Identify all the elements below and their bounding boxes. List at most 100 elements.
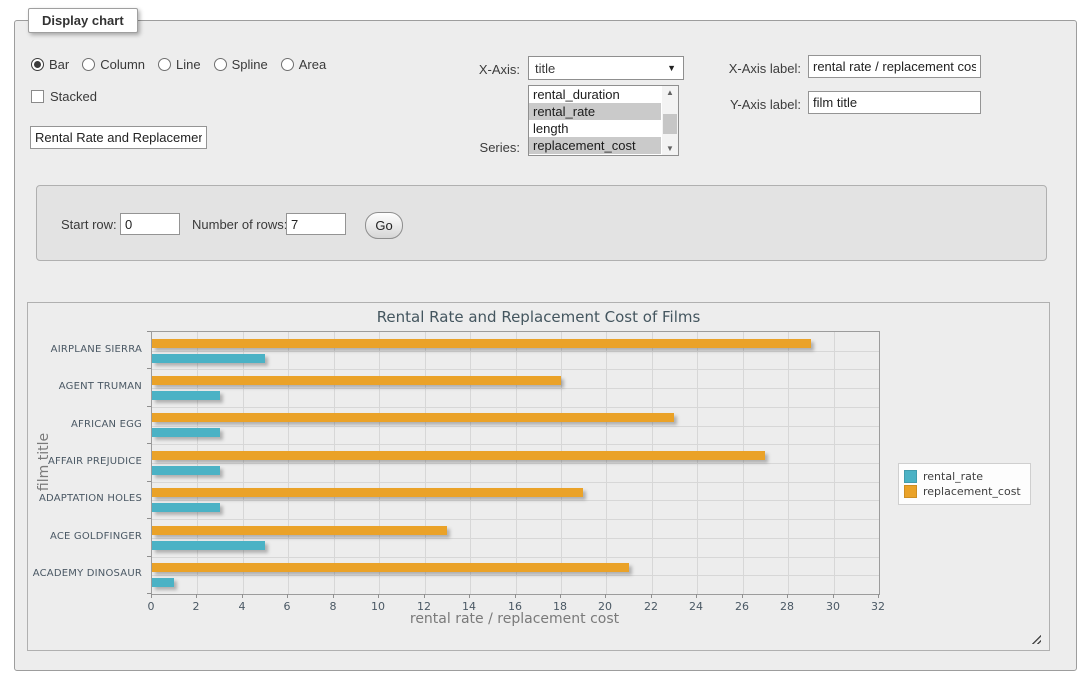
x-tick-mark [151, 594, 152, 598]
radio-label: Column [100, 57, 145, 72]
x-tick-mark [696, 594, 697, 598]
x-tick-mark [651, 594, 652, 598]
y-axis-label-field-label: Y-Axis label: [711, 97, 801, 112]
gridline [152, 538, 879, 539]
chart: Rental Rate and Replacement Cost of Film… [27, 302, 1050, 651]
x-axis-label-input[interactable] [808, 55, 981, 78]
bar-rental_rate [152, 391, 220, 400]
row-range-panel: Start row: Number of rows: Go [36, 185, 1047, 261]
stacked-checkbox-row[interactable]: Stacked [31, 89, 97, 104]
bar-rental_rate [152, 503, 220, 512]
bar-rental_rate [152, 578, 174, 587]
series-option-rental_duration[interactable]: rental_duration [529, 86, 661, 103]
radio-label: Spline [232, 57, 268, 72]
radio-label: Area [299, 57, 326, 72]
resize-grip-icon[interactable] [1030, 633, 1041, 644]
chart-legend: rental_rate replacement_cost [898, 463, 1031, 505]
bar-replacement_cost [152, 413, 674, 422]
series-listbox[interactable]: rental_durationrental_ratelengthreplacem… [528, 85, 679, 156]
series-option-rental_rate[interactable]: rental_rate [529, 103, 661, 120]
gridline [152, 444, 879, 445]
legend-item: replacement_cost [904, 485, 1021, 498]
chart-type-radio-bar[interactable]: Bar [31, 57, 69, 72]
legend-item: rental_rate [904, 470, 1021, 483]
x-tick-mark [424, 594, 425, 598]
bar-replacement_cost [152, 488, 583, 497]
chart-y-axis-title: film title [36, 433, 52, 491]
gridline [152, 575, 879, 576]
x-tick-mark [605, 594, 606, 598]
x-axis-label-field-label: X-Axis label: [711, 61, 801, 76]
bar-replacement_cost [152, 526, 447, 535]
category-label: ACE GOLDFINGER [28, 531, 142, 542]
x-axis-select-label: X-Axis: [430, 62, 520, 77]
x-axis-selected-value: title [535, 61, 555, 76]
bar-replacement_cost [152, 451, 765, 460]
number-of-rows-input[interactable] [286, 213, 346, 235]
gridline [152, 500, 879, 501]
chart-type-radio-column[interactable]: Column [82, 57, 145, 72]
select-dropdown-arrow-icon: ▼ [667, 63, 676, 73]
legend-label: rental_rate [923, 470, 983, 483]
gridline [152, 426, 879, 427]
scrollbar-up-icon[interactable]: ▲ [662, 86, 678, 99]
bar-rental_rate [152, 466, 220, 475]
chart-type-radio-group: Bar Column Line Spline Area [31, 57, 326, 72]
chart-x-axis-title: rental rate / replacement cost [151, 611, 878, 627]
y-axis-label-input[interactable] [808, 91, 981, 114]
gridline [152, 407, 879, 408]
gridline [152, 482, 879, 483]
start-row-label: Start row: [61, 217, 117, 232]
number-of-rows-label: Number of rows: [192, 217, 287, 232]
bar-replacement_cost [152, 376, 561, 385]
go-button[interactable]: Go [365, 212, 403, 239]
radio-label: Line [176, 57, 201, 72]
radio-icon[interactable] [82, 58, 95, 71]
radio-label: Bar [49, 57, 69, 72]
scrollbar-down-icon[interactable]: ▼ [662, 142, 678, 155]
radio-icon[interactable] [31, 58, 44, 71]
gridline [152, 388, 879, 389]
y-tick-mark [147, 368, 151, 369]
category-label: AIRPLANE SIERRA [28, 344, 142, 355]
bar-replacement_cost [152, 563, 629, 572]
radio-icon[interactable] [281, 58, 294, 71]
category-label: ADAPTATION HOLES [28, 493, 142, 504]
y-tick-mark [147, 331, 151, 332]
radio-icon[interactable] [214, 58, 227, 71]
category-label: ACADEMY DINOSAUR [28, 568, 142, 579]
legend-swatch [904, 485, 917, 498]
y-tick-mark [147, 518, 151, 519]
chart-type-radio-area[interactable]: Area [281, 57, 326, 72]
y-tick-mark [147, 406, 151, 407]
bar-replacement_cost [152, 339, 811, 348]
series-listbox-label: Series: [430, 140, 520, 155]
stacked-checkbox[interactable] [31, 90, 44, 103]
category-label: AFRICAN EGG [28, 419, 142, 430]
radio-icon[interactable] [158, 58, 171, 71]
gridline [152, 369, 879, 370]
gridline [152, 351, 879, 352]
bar-rental_rate [152, 428, 220, 437]
x-tick-mark [287, 594, 288, 598]
chart-type-radio-line[interactable]: Line [158, 57, 201, 72]
x-tick-mark [878, 594, 879, 598]
chart-title-input[interactable] [30, 126, 207, 149]
stacked-label: Stacked [50, 89, 97, 104]
y-tick-mark [147, 443, 151, 444]
x-axis-select[interactable]: title ▼ [528, 56, 684, 80]
chart-plot-area [151, 331, 880, 595]
y-tick-mark [147, 556, 151, 557]
series-option-replacement_cost[interactable]: replacement_cost [529, 137, 661, 154]
start-row-input[interactable] [120, 213, 180, 235]
gridline [152, 557, 879, 558]
series-scrollbar[interactable]: ▲ ▼ [662, 86, 678, 155]
x-tick-mark [560, 594, 561, 598]
x-tick-mark [333, 594, 334, 598]
series-option-length[interactable]: length [529, 120, 661, 137]
chart-type-radio-spline[interactable]: Spline [214, 57, 268, 72]
chart-title: Rental Rate and Replacement Cost of Film… [28, 308, 1049, 326]
scrollbar-thumb[interactable] [663, 114, 677, 134]
x-tick-mark [787, 594, 788, 598]
legend-swatch [904, 470, 917, 483]
